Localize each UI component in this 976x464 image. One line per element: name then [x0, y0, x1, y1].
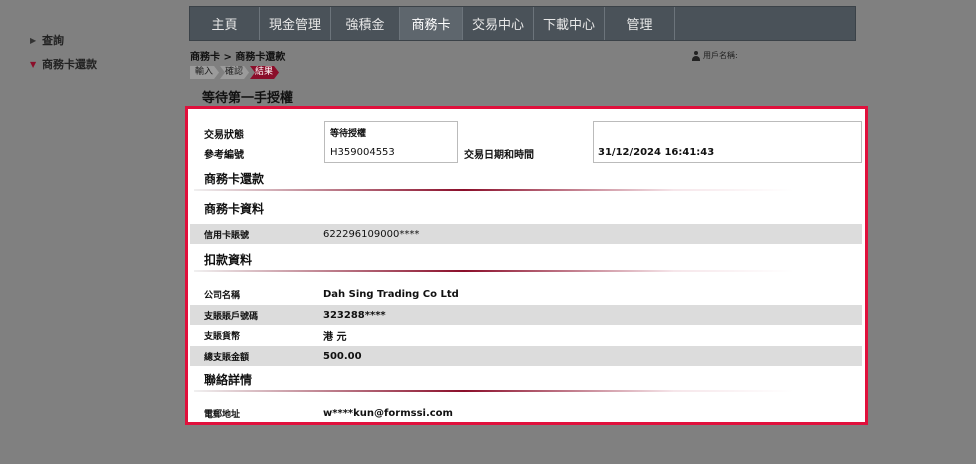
step-input: 輸入: [190, 66, 219, 79]
transaction-status-block: 交易狀態 等待授權 參考編號 H359004553 交易日期和時間 31/12/…: [190, 121, 865, 167]
sidebar-item-label: 查詢: [42, 34, 64, 47]
user-label: 用戶名稱:: [703, 51, 738, 60]
datetime-value: 31/12/2024 16:41:43: [598, 147, 715, 158]
company-name-value: Dah Sing Trading Co Ltd: [323, 288, 459, 300]
section-title: 商務卡資料: [204, 202, 265, 216]
tab-administration[interactable]: 管理: [605, 7, 675, 40]
card-number-value: 622296109000****: [323, 228, 420, 240]
tab-transaction-centre[interactable]: 交易中心: [463, 7, 534, 40]
total-amount-value: 500.00: [323, 350, 362, 362]
email-label: 電郵地址: [204, 409, 241, 420]
email-value: w****kun@formssi.com: [323, 407, 453, 419]
section-divider: [194, 189, 794, 191]
section-title: 商務卡還款: [204, 172, 265, 186]
sidebar-item-label: 商務卡還款: [42, 58, 97, 71]
table-row: 公司名稱 Dah Sing Trading Co Ltd: [190, 284, 862, 304]
tab-mpf[interactable]: 強積金: [331, 7, 400, 40]
debit-currency-label: 支賬貨幣: [204, 331, 241, 342]
tab-home[interactable]: 主頁: [190, 7, 260, 40]
section-divider: [194, 270, 794, 272]
reference-value: H359004553: [330, 147, 395, 158]
datetime-label: 交易日期和時間: [464, 150, 534, 161]
step-indicator: 輸入 確認 結果: [190, 66, 280, 79]
breadcrumb: 商務卡 > 商務卡還款: [190, 52, 286, 63]
reference-label: 參考編號: [204, 150, 244, 161]
table-row: 電郵地址 w****kun@formssi.com: [190, 403, 862, 423]
sidebar-item-card-repayment[interactable]: ▼ 商務卡還款: [30, 56, 180, 72]
step-result: 結果: [250, 66, 279, 79]
table-row: 總支賬金額 500.00: [190, 346, 862, 366]
table-row: 支賬賬戶號碼 323288****: [190, 305, 862, 325]
table-row: 支賬貨幣 港 元: [190, 325, 862, 345]
section-debit-info: 扣款資料: [190, 250, 865, 272]
tab-cash-management[interactable]: 現金管理: [260, 7, 331, 40]
sidebar: ▶ 查詢 ▼ 商務卡還款: [30, 32, 180, 80]
section-title: 扣款資料: [204, 253, 253, 267]
step-confirm: 確認: [220, 66, 249, 79]
triangle-right-icon: ▶: [30, 35, 37, 45]
triangle-down-icon: ▼: [30, 59, 37, 69]
section-divider: [194, 390, 794, 392]
status-value: 等待授權: [330, 129, 367, 139]
debit-account-label: 支賬賬戶號碼: [204, 311, 259, 322]
result-panel: 交易狀態 等待授權 參考編號 H359004553 交易日期和時間 31/12/…: [185, 106, 868, 425]
status-label: 交易狀態: [204, 130, 244, 141]
sidebar-item-enquiry[interactable]: ▶ 查詢: [30, 32, 180, 48]
section-title: 聯絡詳情: [204, 373, 253, 387]
total-amount-label: 總支賬金額: [204, 352, 250, 363]
tab-business-card[interactable]: 商務卡: [400, 7, 463, 40]
page-title: 等待第一手授權: [202, 91, 294, 106]
section-card-info: 商務卡資料: [190, 199, 865, 219]
user-icon: [692, 50, 700, 61]
debit-currency-value: 港 元: [323, 331, 347, 343]
debit-account-value: 323288****: [323, 309, 386, 321]
user-info: 用戶名稱:: [692, 50, 738, 61]
table-row: 信用卡賬號 622296109000****: [190, 224, 862, 244]
company-name-label: 公司名稱: [204, 290, 241, 301]
top-nav: 主頁 現金管理 強積金 商務卡 交易中心 下載中心 管理: [189, 6, 856, 41]
tab-download-centre[interactable]: 下載中心: [534, 7, 605, 40]
section-card-repayment: 商務卡還款: [190, 169, 865, 191]
card-number-label: 信用卡賬號: [204, 230, 250, 241]
section-contact: 聯絡詳情: [190, 370, 865, 392]
